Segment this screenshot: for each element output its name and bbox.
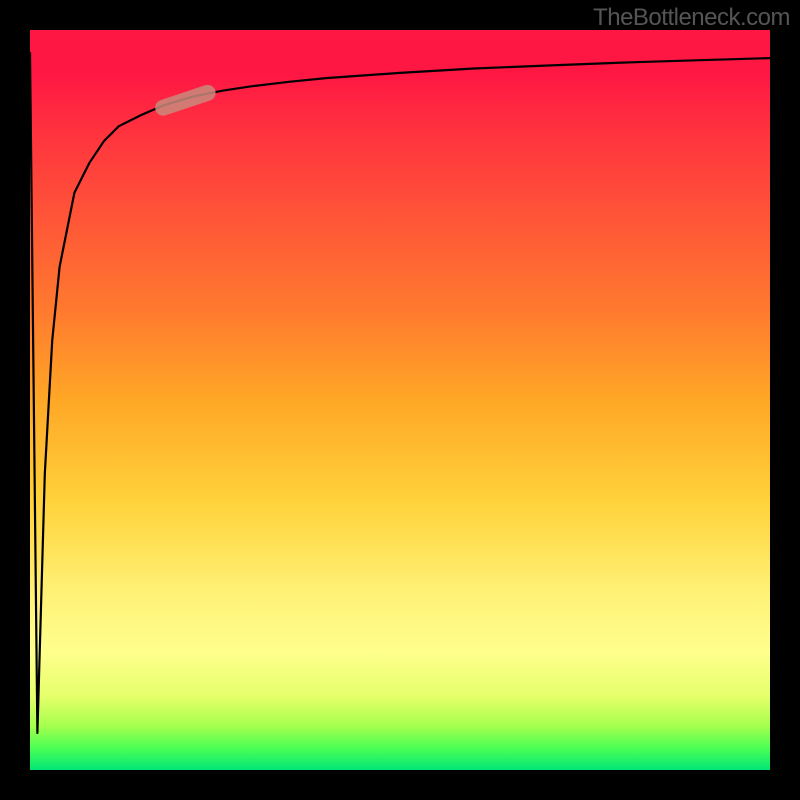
curve-path — [30, 52, 770, 733]
attribution-text: TheBottleneck.com — [593, 4, 790, 32]
chart-svg — [30, 30, 770, 770]
chart-frame — [30, 30, 770, 770]
curve-marker — [163, 93, 207, 108]
